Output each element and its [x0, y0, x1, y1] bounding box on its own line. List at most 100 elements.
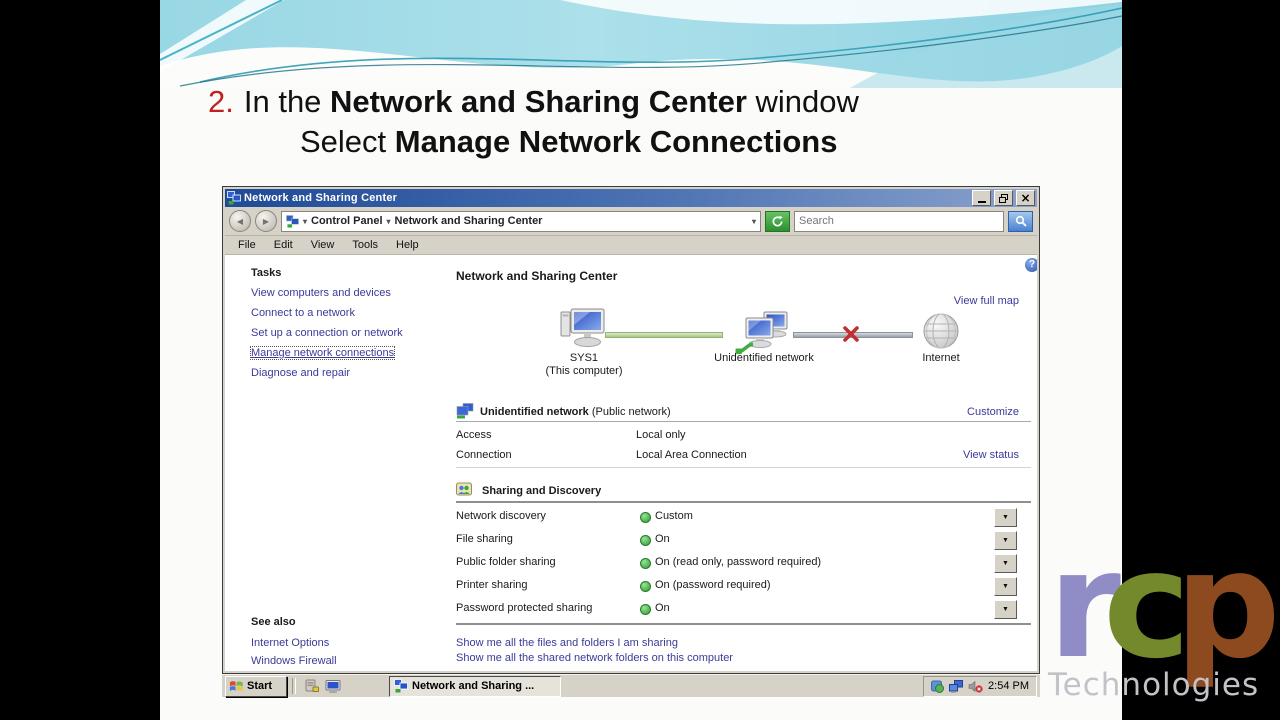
minimize-icon [977, 200, 986, 203]
menu-help[interactable]: Help [387, 239, 428, 251]
clock: 2:54 PM [988, 680, 1029, 692]
map-link-local [605, 332, 723, 338]
breadcrumb-current[interactable]: Network and Sharing Center [395, 215, 543, 227]
logo-text: Technologies [1048, 667, 1260, 704]
logo-letters: r c p [1048, 519, 1280, 691]
status-dot-green [640, 558, 651, 569]
network-section-title-row: Unidentified network (Public network) [480, 406, 671, 418]
system-tray: 2:54 PM [923, 675, 1037, 697]
breadcrumb[interactable]: Control Panel Network and Sharing Center [281, 210, 761, 232]
minimize-button[interactable] [972, 190, 991, 206]
show-files-sharing-link[interactable]: Show me all the files and folders I am s… [456, 637, 678, 649]
connection-value: Local Area Connection [636, 449, 747, 461]
sharing-row-value: On [655, 533, 670, 545]
dropdown-button[interactable] [994, 577, 1017, 596]
view-status-link[interactable]: View status [865, 449, 1019, 461]
title-bold1: Network and Sharing Center [330, 84, 747, 119]
customize-link[interactable]: Customize [865, 406, 1019, 418]
help-icon[interactable] [1025, 258, 1037, 272]
breadcrumb-control-panel[interactable]: Control Panel [311, 215, 383, 227]
windows-flag-icon [229, 681, 243, 692]
menu-file[interactable]: File [229, 239, 265, 251]
status-dot-green [640, 581, 651, 592]
sharing-row-value: Custom [655, 510, 693, 522]
internet-globe-icon[interactable] [922, 312, 960, 350]
address-dropdown-icon[interactable] [752, 217, 756, 226]
task-button-icon [394, 679, 408, 693]
sharing-section-title: Sharing and Discovery [482, 485, 602, 497]
map-node-internet-label: Internet [922, 352, 960, 364]
tray-network-icon[interactable] [949, 679, 964, 693]
status-dot-green [640, 604, 651, 615]
separator [456, 623, 1031, 625]
start-label: Start [247, 680, 273, 692]
breadcrumb-arrow-icon[interactable] [387, 217, 391, 226]
title-post1: window [746, 84, 859, 119]
sharing-row-value: On [655, 602, 670, 614]
quick-launch-display-icon[interactable] [324, 679, 341, 694]
logo-letter-3: p [1174, 519, 1280, 691]
window-icon [227, 191, 241, 205]
dropdown-button[interactable] [994, 600, 1017, 619]
map-node-unidentified-label: Unidentified network [714, 352, 814, 364]
connection-label: Connection [456, 449, 512, 461]
dropdown-button[interactable] [994, 531, 1017, 550]
close-button[interactable] [1016, 190, 1035, 206]
address-bar: Control Panel Network and Sharing Center [225, 207, 1037, 236]
disconnected-x-icon [843, 326, 859, 342]
this-computer-icon[interactable] [559, 308, 609, 350]
see-also-internet-options[interactable]: Internet Options [251, 637, 329, 649]
slide-title-line1: 2. In the Network and Sharing Center wind… [208, 84, 859, 120]
taskbar-task-button[interactable]: Network and Sharing ... [389, 675, 561, 697]
network-sharing-center-window: Network and Sharing Center Control Panel… [222, 186, 1040, 674]
swoosh-decoration [160, 0, 1122, 88]
status-dot-green [640, 535, 651, 546]
menu-bar: File Edit View Tools Help [225, 236, 1037, 255]
dropdown-button[interactable] [994, 554, 1017, 573]
start-button[interactable]: Start [225, 675, 287, 697]
search-button[interactable] [1008, 210, 1033, 232]
search-input[interactable] [795, 215, 1003, 227]
restore-button[interactable] [994, 190, 1013, 206]
tray-volume-muted-icon[interactable] [968, 680, 983, 693]
back-button[interactable] [229, 210, 251, 232]
taskbar-separator [292, 678, 296, 694]
title-bold2: Manage Network Connections [394, 124, 838, 159]
forward-button[interactable] [255, 210, 277, 232]
task-connect-network[interactable]: Connect to a network [251, 307, 355, 319]
unidentified-network-icon[interactable] [735, 311, 791, 355]
access-value: Local only [636, 429, 686, 441]
location-dropdown-icon[interactable] [303, 217, 307, 226]
search-icon [1015, 215, 1027, 227]
taskbar: Start Network and Sharing ... 2:54 PM [222, 674, 1040, 697]
sharing-row-value: On (password required) [655, 579, 771, 591]
dropdown-button[interactable] [994, 508, 1017, 527]
menu-view[interactable]: View [302, 239, 344, 251]
title-pre1: In the [243, 84, 331, 119]
restore-icon [999, 193, 1008, 203]
separator [456, 501, 1031, 503]
window-titlebar[interactable]: Network and Sharing Center [225, 189, 1037, 207]
menu-edit[interactable]: Edit [265, 239, 302, 251]
see-also-windows-firewall[interactable]: Windows Firewall [251, 655, 337, 667]
refresh-icon [772, 215, 783, 226]
slide-background: 2. In the Network and Sharing Center wind… [160, 0, 1122, 720]
quick-launch-server-icon[interactable] [303, 679, 320, 694]
sharing-row-value: On (read only, password required) [655, 556, 822, 568]
show-shared-folders-link[interactable]: Show me all the shared network folders o… [456, 652, 733, 664]
see-also-header: See also [251, 616, 296, 628]
view-full-map-link[interactable]: View full map [865, 295, 1019, 307]
task-diagnose-repair[interactable]: Diagnose and repair [251, 367, 350, 379]
refresh-button[interactable] [765, 210, 790, 232]
sharing-row-label: Network discovery [456, 510, 546, 522]
menu-tools[interactable]: Tools [343, 239, 387, 251]
tray-app-icon[interactable] [931, 680, 945, 693]
step-number: 2. [208, 84, 234, 119]
page-title: Network and Sharing Center [456, 269, 618, 283]
task-view-computers[interactable]: View computers and devices [251, 287, 391, 299]
task-setup-connection[interactable]: Set up a connection or network [251, 327, 403, 339]
task-button-label: Network and Sharing ... [412, 680, 535, 692]
task-manage-network-connections[interactable]: Manage network connections [249, 346, 396, 360]
search-box[interactable] [794, 210, 1004, 232]
sharing-row-label: Printer sharing [456, 579, 528, 591]
